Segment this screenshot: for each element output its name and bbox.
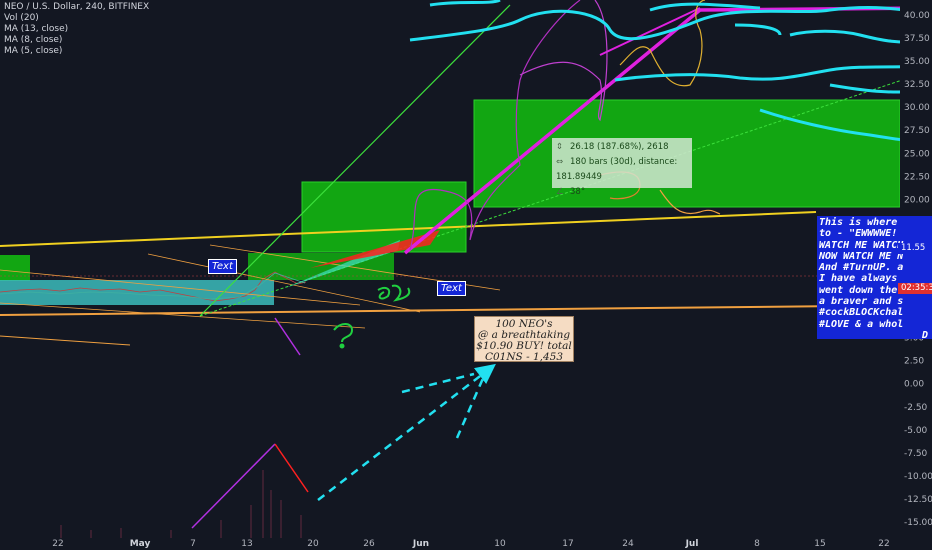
measure-angle-icon: ∠ [556, 187, 564, 197]
chart-legend: NEO / U.S. Dollar, 240, BITFINEX Vol (20… [4, 2, 149, 57]
y-tick-label: 20.00 [904, 195, 930, 205]
green-zone-left[interactable] [0, 255, 30, 281]
last-price-tag: 11.55 [898, 243, 932, 254]
y-tick-label: 2.50 [904, 357, 924, 367]
cyan-arrow-1[interactable] [317, 363, 496, 501]
text-label-2[interactable]: Text [437, 281, 466, 296]
x-tick-label: 8 [754, 539, 760, 549]
x-tick-label: 17 [562, 539, 573, 549]
x-tick-label: 22 [878, 539, 889, 549]
x-tick-label: 10 [494, 539, 506, 549]
x-tick-label: 13 [241, 539, 252, 549]
red-peak-right[interactable] [274, 443, 309, 493]
note-line: #LOVE & a whol [819, 318, 904, 330]
y-tick-label: 0.00 [904, 380, 924, 390]
legend-ma13[interactable]: MA (13, close) [4, 24, 149, 35]
y-tick-label: 27.50 [904, 126, 930, 136]
note-line: And #TurnUP. a [819, 262, 904, 274]
x-tick-label: 24 [622, 539, 634, 549]
x-tick-label: 7 [190, 539, 196, 549]
y-tick-label: -15.00 [904, 518, 932, 528]
y-tick-label: 37.50 [904, 34, 930, 44]
y-tick-label: -5.00 [904, 426, 928, 436]
note-line: to - "EWWWWE! [819, 228, 898, 240]
measure-line-1: 26.18 (187.68%), 2618 [570, 142, 669, 152]
buy-note-line: C01NS - 1,453 [484, 351, 564, 363]
orange-support[interactable] [0, 304, 932, 316]
orange-line-6[interactable] [0, 302, 366, 329]
orange-line-2[interactable] [0, 335, 131, 346]
green-scribbles[interactable] [333, 284, 411, 349]
y-tick-label: 30.00 [904, 103, 930, 113]
measure-line-2: 180 bars (30d), distance: 181.89449 [556, 157, 678, 182]
y-tick-label: 22.50 [904, 172, 930, 182]
cyan-arrow-3[interactable] [455, 375, 486, 439]
note-line: #cockBLOCKchal [819, 307, 904, 319]
x-tick-label: Jul [685, 539, 699, 549]
x-tick-label: May [130, 539, 151, 549]
y-tick-label: 32.50 [904, 80, 930, 90]
y-tick-label: -12.50 [904, 495, 932, 505]
buy-note[interactable]: 100 NEO's @ a breathtaking $10.90 BUY! t… [474, 316, 574, 363]
y-tick-label: -10.00 [904, 472, 932, 482]
note-line: D [921, 329, 928, 339]
legend-ma5[interactable]: MA (5, close) [4, 46, 149, 57]
measure-line-3: 38° [570, 187, 586, 197]
y-tick-label: 25.00 [904, 149, 930, 159]
annotation-note[interactable]: This is where to - "EWWWWE! WATCH ME WAT… [817, 216, 932, 339]
y-tick-label: 40.00 [904, 11, 930, 21]
measure-bars-icon: ⇔ [556, 157, 564, 167]
chart-canvas[interactable]: 40.00 37.50 35.00 32.50 30.00 27.50 25.00 22.50… [0, 0, 932, 550]
legend-ma8[interactable]: MA (8, close) [4, 35, 149, 46]
x-tick-label: 26 [363, 539, 375, 549]
legend-symbol[interactable]: NEO / U.S. Dollar, 240, BITFINEX [4, 2, 149, 13]
note-line: This is where [819, 217, 898, 228]
y-tick-label: -7.50 [904, 449, 928, 459]
measure-tooltip: ⇕ 26.18 (187.68%), 2618 ⇔ 180 bars (30d), … [552, 138, 692, 197]
countdown-tag: 02:35:39 [898, 283, 932, 294]
green-zone-middle[interactable] [301, 181, 467, 253]
note-line: a braver and s [819, 296, 904, 308]
x-tick-label: Jun [412, 539, 429, 549]
x-tick-label: 20 [307, 539, 319, 549]
x-tick-label: 22 [52, 539, 63, 549]
volume-bars [60, 470, 302, 545]
y-tick-label: -2.50 [904, 403, 928, 413]
x-tick-label: 15 [814, 539, 825, 549]
magenta-ray-2[interactable] [599, 7, 701, 56]
y-tick-label: 35.00 [904, 57, 930, 67]
legend-vol[interactable]: Vol (20) [4, 13, 149, 24]
measure-price-icon: ⇕ [556, 142, 564, 152]
text-label-1[interactable]: Text [208, 259, 237, 274]
